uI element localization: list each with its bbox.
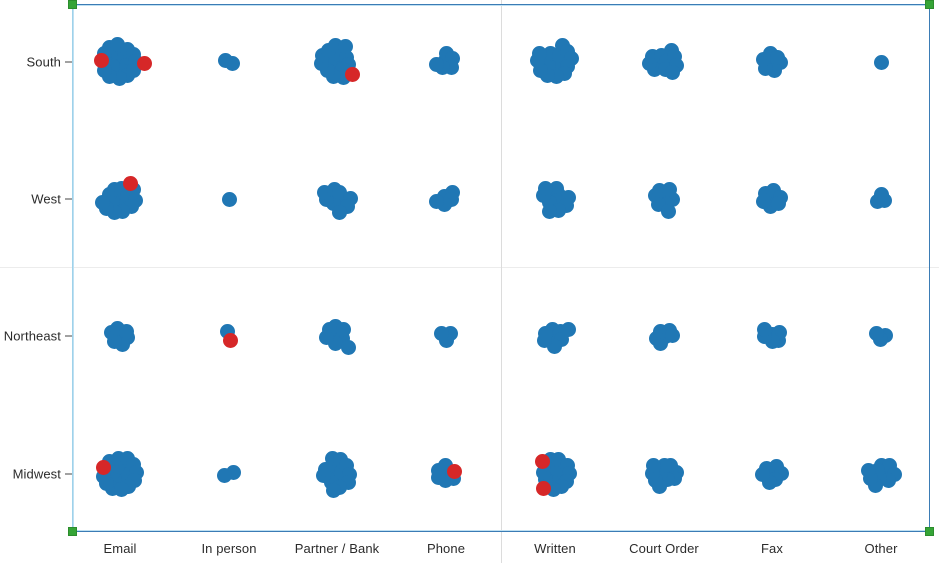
data-point[interactable] [428, 194, 444, 210]
data-point[interactable] [661, 182, 677, 198]
y-axis-tick-midwest: Midwest [12, 466, 61, 482]
data-point[interactable] [877, 193, 893, 209]
y-axis-tick-mark [65, 335, 72, 337]
x-axis-tick-other: Other [864, 541, 898, 556]
data-point[interactable] [221, 191, 237, 207]
data-point-highlight[interactable] [137, 56, 153, 72]
selection-handle-bottom-right[interactable] [925, 527, 934, 536]
data-point-highlight[interactable] [222, 332, 238, 348]
data-point[interactable] [118, 323, 134, 339]
data-point[interactable] [561, 322, 577, 338]
x-axis-tick-in-person: In person [201, 541, 257, 556]
y-axis-tick-west: West [31, 191, 61, 207]
data-point[interactable] [664, 327, 680, 343]
y-axis-tick-mark [65, 61, 72, 63]
data-point[interactable] [868, 325, 884, 341]
data-point[interactable] [429, 56, 445, 72]
selection-handle-bottom-left[interactable] [68, 527, 77, 536]
x-axis-tick-partner-bank: Partner / Bank [294, 541, 380, 556]
y-axis-tick-south: South [26, 54, 61, 70]
x-axis-tick-fax: Fax [761, 541, 783, 556]
data-point[interactable] [542, 203, 558, 219]
data-point[interactable] [664, 64, 680, 80]
data-point-highlight[interactable] [95, 459, 111, 475]
x-axis-tick-written: Written [534, 541, 576, 556]
data-point[interactable] [340, 339, 356, 355]
data-point[interactable] [660, 203, 676, 219]
data-point[interactable] [538, 180, 554, 196]
data-point[interactable] [216, 468, 232, 484]
data-point[interactable] [769, 49, 785, 65]
data-point-highlight[interactable] [345, 66, 361, 82]
data-point[interactable] [770, 195, 786, 211]
panel-divider-vertical [501, 0, 502, 563]
data-point[interactable] [860, 462, 876, 478]
data-point[interactable] [217, 53, 233, 69]
y-axis-tick-mark [65, 198, 72, 200]
selection-handle-top-right[interactable] [925, 0, 934, 9]
y-axis-tick-mark [65, 473, 72, 475]
x-axis-tick-email: Email [103, 541, 137, 556]
data-point-highlight[interactable] [122, 176, 138, 192]
data-point[interactable] [538, 325, 554, 341]
chart-canvas: South West Northeast Midwest Email In person… [0, 0, 939, 563]
data-point[interactable] [332, 204, 348, 220]
panel-divider-horizontal [0, 267, 939, 268]
data-point[interactable] [114, 482, 130, 498]
x-axis-tick-court-order: Court Order [629, 541, 699, 556]
data-point[interactable] [873, 54, 889, 70]
selection-handle-top-left[interactable] [68, 0, 77, 9]
data-point[interactable] [325, 483, 341, 499]
y-axis-tick-northeast: Northeast [3, 328, 61, 344]
x-axis-tick-phone: Phone [426, 541, 466, 556]
y-axis-line [72, 5, 74, 532]
x-axis-line [72, 530, 930, 532]
data-point-highlight[interactable] [446, 463, 462, 479]
